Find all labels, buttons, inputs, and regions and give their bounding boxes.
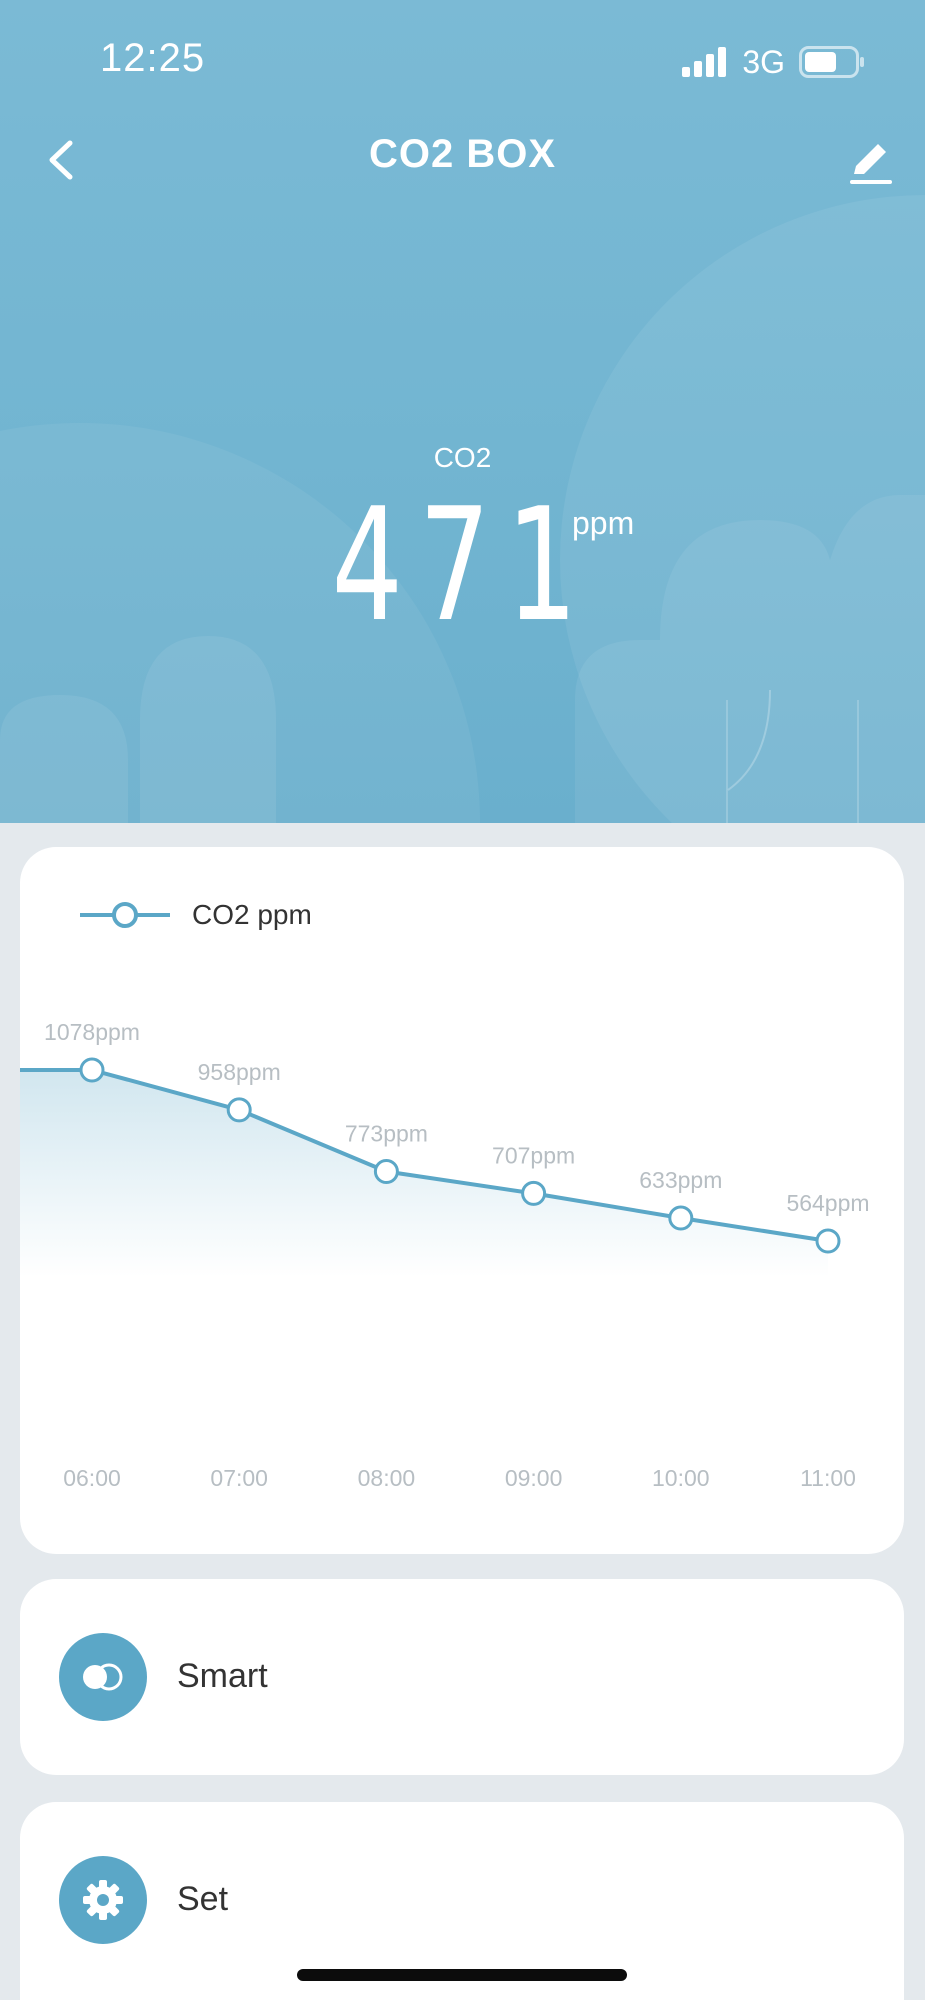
battery-icon bbox=[799, 46, 864, 78]
page-title: CO2 BOX bbox=[368, 132, 557, 176]
co2-line-chart: 1078ppm 06:00 958ppm 07:00 773ppm 08:00 707ppm… bbox=[20, 1019, 870, 1491]
edit-button[interactable] bbox=[840, 130, 900, 190]
data-point[interactable] bbox=[226, 1097, 252, 1123]
smart-card[interactable]: Smart bbox=[20, 1579, 904, 1775]
set-icon-circle bbox=[59, 1856, 147, 1944]
data-label: 1078ppm bbox=[44, 1019, 140, 1045]
status-indicators: 3G bbox=[682, 44, 865, 80]
status-time: 12:25 bbox=[100, 36, 206, 80]
network-type: 3G bbox=[742, 43, 785, 80]
x-tick-label: 09:00 bbox=[505, 1465, 563, 1491]
set-label: Set bbox=[177, 1880, 229, 1918]
pencil-icon bbox=[850, 144, 892, 184]
home-indicator bbox=[297, 1969, 627, 1981]
smart-icon-circle bbox=[59, 1633, 147, 1721]
co2-unit: ppm bbox=[572, 505, 635, 541]
data-point[interactable] bbox=[815, 1228, 841, 1254]
data-label: 633ppm bbox=[639, 1167, 722, 1193]
data-point[interactable] bbox=[668, 1205, 694, 1231]
legend-line-marker-icon bbox=[80, 902, 170, 928]
data-label: 773ppm bbox=[345, 1121, 428, 1147]
hills-illustration bbox=[0, 195, 925, 823]
chart-card: 1078ppm 06:00 958ppm 07:00 773ppm 08:00 707ppm… bbox=[20, 847, 904, 1554]
data-point[interactable] bbox=[521, 1180, 547, 1206]
data-point[interactable] bbox=[373, 1159, 399, 1184]
legend-label: CO2 ppm bbox=[192, 899, 312, 930]
smart-label: Smart bbox=[177, 1657, 268, 1695]
chart-legend: CO2 ppm bbox=[78, 899, 312, 931]
x-tick-label: 07:00 bbox=[210, 1465, 268, 1491]
co2-value: 471 bbox=[331, 474, 594, 656]
hero-header: 12:25 3G CO2 BOX CO2 471 ppm bbox=[0, 0, 925, 823]
data-label: 707ppm bbox=[492, 1142, 575, 1168]
data-label: 564ppm bbox=[786, 1190, 869, 1216]
data-point[interactable] bbox=[79, 1057, 105, 1083]
toggle-icon bbox=[83, 1663, 123, 1691]
x-tick-label: 10:00 bbox=[652, 1465, 710, 1491]
signal-icon bbox=[682, 47, 727, 77]
gear-icon bbox=[83, 1880, 123, 1920]
data-label: 958ppm bbox=[198, 1059, 281, 1085]
x-tick-label: 06:00 bbox=[63, 1465, 121, 1491]
x-tick-label: 08:00 bbox=[358, 1465, 416, 1491]
x-tick-label: 11:00 bbox=[800, 1465, 856, 1491]
